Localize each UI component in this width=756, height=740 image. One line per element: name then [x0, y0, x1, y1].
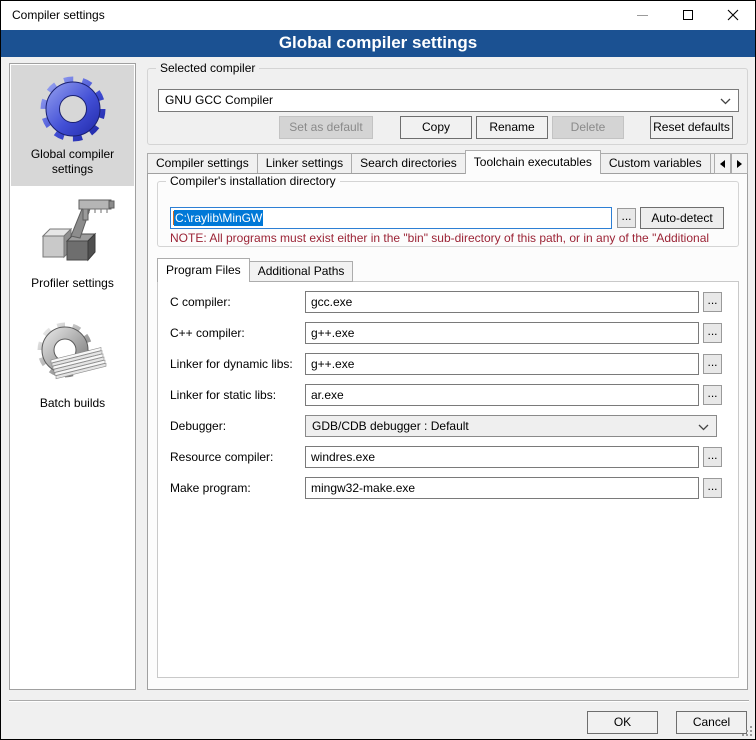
chevron-down-icon [698, 424, 709, 431]
field-label: Debugger: [170, 415, 226, 437]
dialog-header: Global compiler settings [1, 30, 755, 57]
selected-compiler-group: Selected compiler GNU GCC Compiler Set a… [147, 68, 748, 145]
dynamic-linker-row: Linker for dynamic libs: g++.exe ... [158, 353, 738, 375]
right-arrow-icon [737, 160, 742, 168]
resource-compiler-input[interactable]: windres.exe [305, 446, 699, 468]
resource-compiler-row: Resource compiler: windres.exe ... [158, 446, 738, 468]
selected-text: C:\raylib\MinGW [174, 210, 263, 226]
maximize-button[interactable] [665, 1, 710, 29]
tab-custom-variables[interactable]: Custom variables [600, 153, 711, 174]
debugger-combobox[interactable]: GDB/CDB debugger : Default [305, 415, 717, 437]
sidebar-item-batch-builds[interactable]: Batch builds [11, 308, 134, 420]
cpp-compiler-row: C++ compiler: g++.exe ... [158, 322, 738, 344]
caliper-icon [31, 194, 115, 276]
install-dir-input[interactable]: C:\raylib\MinGW [170, 207, 612, 229]
copy-button[interactable]: Copy [400, 116, 472, 139]
browse-button[interactable]: ... [703, 292, 722, 312]
settings-tab-bar: Compiler settings Linker settings Search… [147, 150, 714, 174]
program-files-panel: C compiler: gcc.exe ... C++ compiler: g+… [157, 281, 739, 678]
program-tabs-bar: Program Files Additional Paths [157, 258, 352, 282]
static-linker-input[interactable]: ar.exe [305, 384, 699, 406]
browse-button[interactable]: ... [703, 447, 722, 467]
combobox-value: GDB/CDB debugger : Default [312, 416, 469, 437]
tab-compiler-settings[interactable]: Compiler settings [147, 153, 258, 174]
group-legend: Compiler's installation directory [166, 174, 340, 189]
browse-button[interactable]: ... [703, 478, 722, 498]
minimize-button[interactable] [620, 1, 665, 29]
browse-button[interactable]: ... [703, 385, 722, 405]
close-icon [727, 9, 739, 21]
browse-button[interactable]: ... [703, 323, 722, 343]
cpp-compiler-input[interactable]: g++.exe [305, 322, 699, 344]
sidebar-item-profiler-settings[interactable]: Profiler settings [11, 192, 134, 296]
sidebar-item-label: Profiler settings [11, 276, 134, 291]
maximize-icon [683, 10, 693, 20]
tab-linker-settings[interactable]: Linker settings [257, 153, 352, 174]
subtab-additional-paths[interactable]: Additional Paths [249, 261, 354, 282]
toolchain-executables-panel: Compiler's installation directory C:\ray… [147, 173, 748, 690]
browse-button[interactable]: ... [703, 354, 722, 374]
make-program-row: Make program: mingw32-make.exe ... [158, 477, 738, 499]
field-label: Linker for dynamic libs: [170, 353, 293, 375]
group-legend: Selected compiler [156, 61, 259, 76]
sidebar-item-label: Batch builds [11, 396, 134, 411]
resize-grip[interactable] [742, 726, 752, 736]
debugger-row: Debugger: GDB/CDB debugger : Default [158, 415, 738, 437]
minimize-icon [637, 15, 648, 16]
browse-button[interactable]: ... [617, 208, 636, 228]
autodetect-button[interactable]: Auto-detect [640, 207, 724, 229]
batch-builds-icon [33, 316, 113, 396]
sidebar-item-label: Global compiler settings [11, 147, 134, 177]
subtab-program-files[interactable]: Program Files [157, 258, 250, 282]
sidebar: Global compiler settings Profiler settin… [9, 63, 136, 690]
delete-button[interactable]: Delete [552, 116, 624, 139]
compiler-settings-dialog: Compiler settings Global compiler settin… [0, 0, 756, 740]
note-text: NOTE: All programs must exist either in … [170, 231, 737, 245]
dynamic-linker-input[interactable]: g++.exe [305, 353, 699, 375]
field-label: Make program: [170, 477, 251, 499]
window-title: Compiler settings [12, 1, 105, 30]
static-linker-row: Linker for static libs: ar.exe ... [158, 384, 738, 406]
field-label: Linker for static libs: [170, 384, 276, 406]
install-dir-group: Compiler's installation directory C:\ray… [157, 181, 739, 247]
field-label: C compiler: [170, 291, 231, 313]
reset-defaults-button[interactable]: Reset defaults [650, 116, 733, 139]
close-button[interactable] [710, 1, 755, 29]
make-program-input[interactable]: mingw32-make.exe [305, 477, 699, 499]
sidebar-item-global-compiler-settings[interactable]: Global compiler settings [11, 65, 134, 186]
tab-scroll-right-button[interactable] [731, 153, 748, 174]
footer-divider [9, 700, 749, 702]
ok-button[interactable]: OK [587, 711, 658, 734]
c-compiler-row: C compiler: gcc.exe ... [158, 291, 738, 313]
titlebar: Compiler settings [1, 1, 755, 30]
rename-button[interactable]: Rename [476, 116, 548, 139]
c-compiler-input[interactable]: gcc.exe [305, 291, 699, 313]
tab-search-directories[interactable]: Search directories [351, 153, 466, 174]
set-as-default-button[interactable]: Set as default [279, 116, 373, 139]
combobox-value: GNU GCC Compiler [165, 90, 273, 111]
selected-compiler-combobox[interactable]: GNU GCC Compiler [158, 89, 739, 112]
tab-scroll-left-button[interactable] [714, 153, 731, 174]
cancel-button[interactable]: Cancel [676, 711, 747, 734]
gear-icon [36, 71, 110, 147]
field-label: Resource compiler: [170, 446, 273, 468]
chevron-down-icon [720, 98, 731, 105]
field-label: C++ compiler: [170, 322, 245, 344]
left-arrow-icon [720, 160, 725, 168]
tab-toolchain-executables[interactable]: Toolchain executables [465, 150, 601, 174]
